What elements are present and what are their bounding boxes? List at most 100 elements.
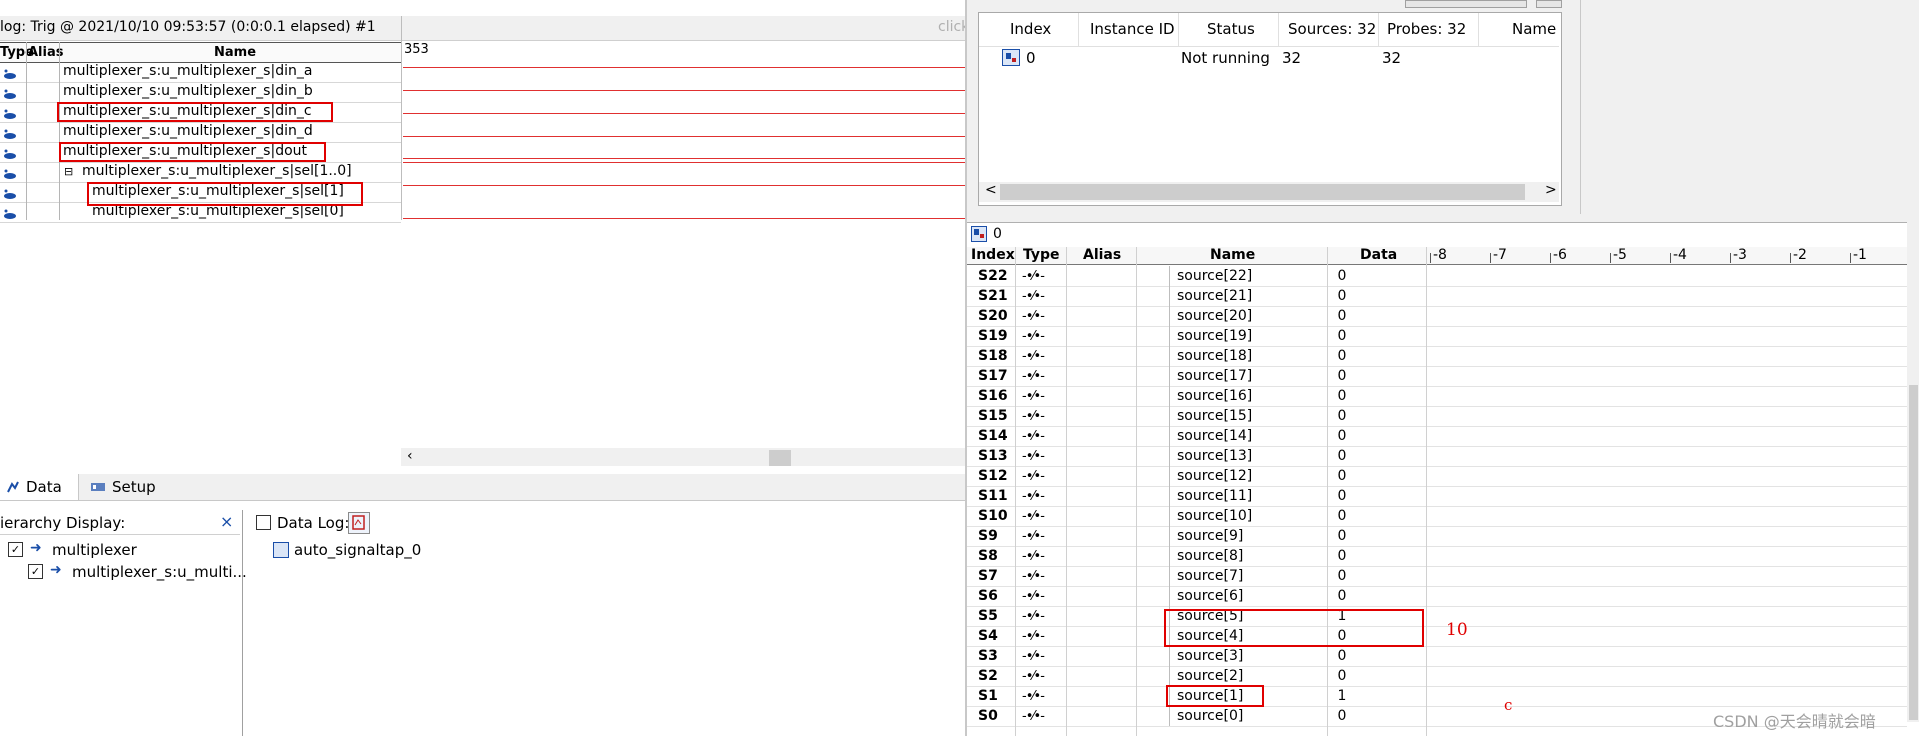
signal-row[interactable]: multiplexer_s:u_multiplexer_s|din_b <box>0 82 401 103</box>
tab-setup[interactable]: Setup <box>84 474 156 500</box>
inst-col-probes[interactable]: Probes: 32 <box>1387 20 1466 38</box>
signal-name[interactable]: multiplexer_s:u_multiplexer_s|din_b <box>63 83 313 99</box>
source-row[interactable]: S7 -•⁄•- source[7] 0 <box>967 566 1907 587</box>
src-col-data[interactable]: Data <box>1360 247 1397 263</box>
checkbox-multiplexer-s[interactable]: ✓ <box>28 564 43 579</box>
source-name[interactable]: source[13] <box>1177 448 1252 464</box>
source-row[interactable]: S19 -•⁄•- source[19] 0 <box>967 326 1907 347</box>
signal-row[interactable]: ⊟ multiplexer_s:u_multiplexer_s|sel[1..0] <box>0 162 401 183</box>
source-data-value[interactable]: 0 <box>1332 348 1352 364</box>
source-name[interactable]: source[14] <box>1177 428 1252 444</box>
inst-col-index[interactable]: Index <box>1010 20 1051 38</box>
scroll-left-icon[interactable]: ‹ <box>407 448 413 464</box>
data-log-item[interactable]: auto_signaltap_0 <box>294 541 421 559</box>
source-name[interactable]: source[2] <box>1177 668 1243 684</box>
source-row[interactable]: S22 -•⁄•- source[22] 0 <box>967 266 1907 287</box>
source-row[interactable]: S12 -•⁄•- source[12] 0 <box>967 466 1907 487</box>
source-name[interactable]: source[20] <box>1177 308 1252 324</box>
source-data-value[interactable]: 0 <box>1332 408 1352 424</box>
source-row[interactable]: S5 -•⁄•- source[5] 1 <box>967 606 1907 627</box>
source-data-value[interactable]: 0 <box>1332 708 1352 724</box>
source-data-value[interactable]: 0 <box>1332 268 1352 284</box>
src-col-name[interactable]: Name <box>1210 247 1255 263</box>
source-data-value[interactable]: 0 <box>1332 528 1352 544</box>
signal-row[interactable]: multiplexer_s:u_multiplexer_s|din_a <box>0 62 401 83</box>
source-row[interactable]: S20 -•⁄•- source[20] 0 <box>967 306 1907 327</box>
source-name[interactable]: source[18] <box>1177 348 1252 364</box>
expand-collapse-icon[interactable]: ⊟ <box>64 165 73 178</box>
source-row[interactable]: S10 -•⁄•- source[10] 0 <box>967 506 1907 527</box>
signal-row[interactable]: multiplexer_s:u_multiplexer_s|din_d <box>0 122 401 143</box>
waveform-hscrollbar[interactable]: ‹ <box>401 448 965 466</box>
source-name[interactable]: source[11] <box>1177 488 1252 504</box>
source-row[interactable]: S13 -•⁄•- source[13] 0 <box>967 446 1907 467</box>
source-data-value[interactable]: 0 <box>1332 448 1352 464</box>
source-data-value[interactable]: 0 <box>1332 488 1352 504</box>
source-data-value[interactable]: 0 <box>1332 588 1352 604</box>
source-row[interactable]: S1 -•⁄•- source[1] 1 <box>967 686 1907 707</box>
toolbar-button[interactable] <box>1405 0 1527 8</box>
instance-scroll-thumb[interactable] <box>1000 184 1525 200</box>
hierarchy-item-multiplexer-s[interactable]: multiplexer_s:u_multi... <box>72 563 247 581</box>
src-col-index[interactable]: Index <box>971 247 1015 263</box>
source-data-value[interactable]: 0 <box>1332 388 1352 404</box>
src-col-alias[interactable]: Alias <box>1083 247 1121 263</box>
source-row[interactable]: S11 -•⁄•- source[11] 0 <box>967 486 1907 507</box>
data-log-button[interactable] <box>348 512 370 534</box>
source-name[interactable]: source[10] <box>1177 508 1252 524</box>
source-data-value[interactable]: 0 <box>1332 648 1352 664</box>
source-data-value[interactable]: 0 <box>1332 288 1352 304</box>
source-name[interactable]: source[8] <box>1177 548 1243 564</box>
source-name[interactable]: source[6] <box>1177 588 1243 604</box>
waveform-scroll-thumb[interactable] <box>769 450 791 466</box>
inst-col-name[interactable]: Name <box>1512 20 1556 38</box>
source-row[interactable]: S4 -•⁄•- source[4] 0 <box>967 626 1907 647</box>
source-row[interactable]: S3 -•⁄•- source[3] 0 <box>967 646 1907 667</box>
source-row[interactable]: S9 -•⁄•- source[9] 0 <box>967 526 1907 547</box>
waveform-divider[interactable] <box>401 16 402 220</box>
source-row[interactable]: S2 -•⁄•- source[2] 0 <box>967 666 1907 687</box>
signal-name[interactable]: multiplexer_s:u_multiplexer_s|sel[1..0] <box>82 163 352 179</box>
inst-col-sources[interactable]: Sources: 32 <box>1288 20 1376 38</box>
toolbar-button[interactable] <box>1536 0 1562 8</box>
source-name[interactable]: source[3] <box>1177 648 1243 664</box>
source-data-value[interactable]: 0 <box>1332 548 1352 564</box>
source-name[interactable]: source[19] <box>1177 328 1252 344</box>
data-log-checkbox[interactable] <box>256 515 271 530</box>
signal-name[interactable]: multiplexer_s:u_multiplexer_s|din_a <box>63 63 312 79</box>
source-data-value[interactable]: 0 <box>1332 568 1352 584</box>
tab-data[interactable]: Data <box>0 474 79 500</box>
source-data-value[interactable]: 0 <box>1332 328 1352 344</box>
panel-splitter[interactable] <box>1580 0 1581 214</box>
source-name[interactable]: source[12] <box>1177 468 1252 484</box>
src-col-type[interactable]: Type <box>1023 247 1060 263</box>
source-data-value[interactable]: 0 <box>1332 308 1352 324</box>
inst-col-instance-id[interactable]: Instance ID <box>1090 20 1175 38</box>
checkbox-multiplexer[interactable]: ✓ <box>8 542 23 557</box>
close-icon[interactable]: × <box>220 512 233 531</box>
source-name[interactable]: source[16] <box>1177 388 1252 404</box>
scroll-right-icon[interactable]: > <box>1545 182 1557 198</box>
source-row[interactable]: S15 -•⁄•- source[15] 0 <box>967 406 1907 427</box>
source-name[interactable]: source[21] <box>1177 288 1252 304</box>
col-name[interactable]: Name <box>214 45 256 60</box>
source-row[interactable]: S17 -•⁄•- source[17] 0 <box>967 366 1907 387</box>
source-data-value[interactable]: 1 <box>1332 688 1352 704</box>
inst-col-status[interactable]: Status <box>1207 20 1255 38</box>
source-name[interactable]: source[7] <box>1177 568 1243 584</box>
source-row[interactable]: S6 -•⁄•- source[6] 0 <box>967 586 1907 607</box>
inst-row-index[interactable]: 0 <box>1026 49 1036 67</box>
source-row[interactable]: S14 -•⁄•- source[14] 0 <box>967 426 1907 447</box>
sources-scroll-thumb[interactable] <box>1909 385 1918 720</box>
source-row[interactable]: S18 -•⁄•- source[18] 0 <box>967 346 1907 367</box>
source-data-value[interactable]: 0 <box>1332 428 1352 444</box>
source-name[interactable]: source[17] <box>1177 368 1252 384</box>
source-row[interactable]: S8 -•⁄•- source[8] 0 <box>967 546 1907 567</box>
source-row[interactable]: S21 -•⁄•- source[21] 0 <box>967 286 1907 307</box>
source-data-value[interactable]: 0 <box>1332 368 1352 384</box>
source-name[interactable]: source[15] <box>1177 408 1252 424</box>
source-name[interactable]: source[0] <box>1177 708 1243 724</box>
signal-name[interactable]: multiplexer_s:u_multiplexer_s|din_d <box>63 123 313 139</box>
source-name[interactable]: source[22] <box>1177 268 1252 284</box>
hierarchy-item-multiplexer[interactable]: multiplexer <box>52 541 137 559</box>
